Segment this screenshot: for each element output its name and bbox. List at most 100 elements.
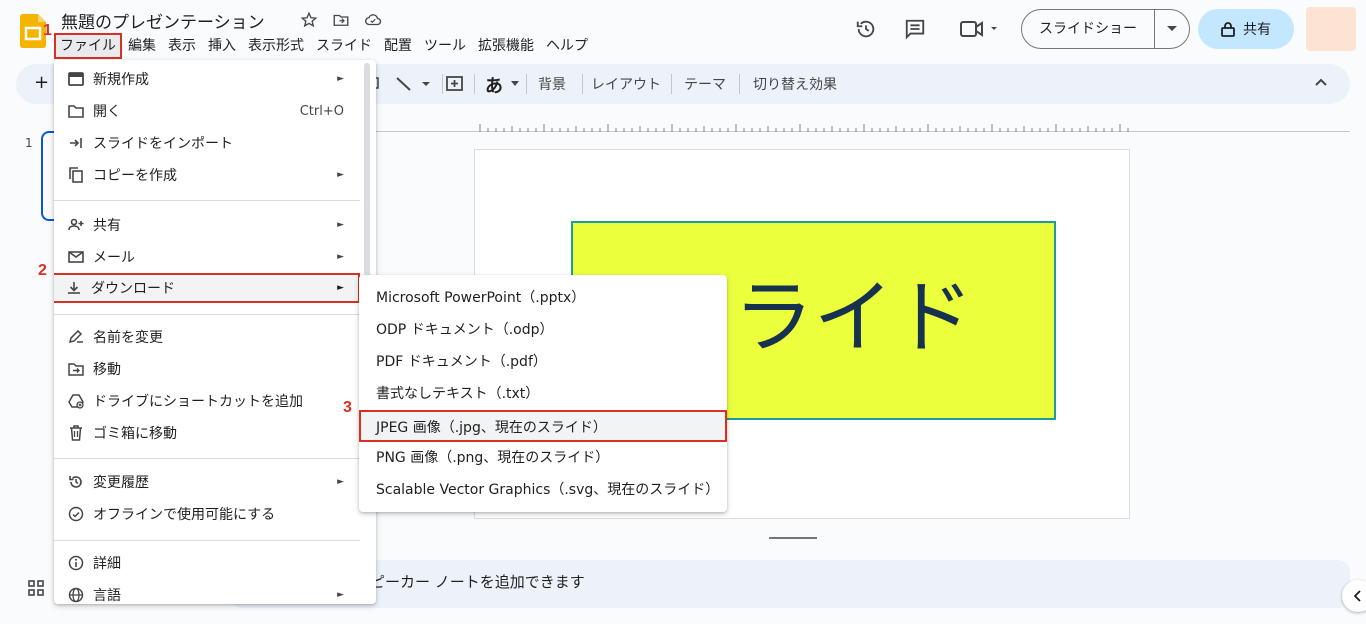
share-button[interactable]: 共有: [1198, 9, 1294, 49]
menu-item-open[interactable]: 開く Ctrl+O: [54, 96, 376, 126]
download-option-label: Scalable Vector Graphics（.svg、現在のスライド）: [376, 482, 720, 498]
theme-button[interactable]: テーマ: [684, 74, 726, 94]
menu-item-details[interactable]: 詳細: [54, 548, 376, 578]
rename-icon: [67, 328, 85, 346]
toolbar-divider: [474, 74, 475, 94]
menu-item-label: メール: [93, 250, 135, 266]
step-marker-1: 1: [43, 22, 52, 39]
menu-tools[interactable]: ツール: [418, 33, 472, 59]
transition-button[interactable]: 切り替え効果: [753, 74, 837, 94]
menu-slide[interactable]: スライド: [310, 33, 378, 59]
move-folder-icon[interactable]: [331, 10, 351, 30]
submenu-arrow-icon: ►: [337, 220, 344, 230]
menu-item-label: ゴミ箱に移動: [93, 426, 177, 442]
menu-item-trash[interactable]: ゴミ箱に移動: [54, 418, 376, 448]
menu-item-language[interactable]: 言語 ►: [54, 580, 376, 604]
chevron-left-icon: [1354, 590, 1362, 602]
download-pptx[interactable]: Microsoft PowerPoint（.pptx）: [359, 280, 727, 312]
chevron-down-icon[interactable]: [1155, 26, 1189, 32]
download-option-label: PNG 画像（.png、現在のスライド）: [376, 450, 610, 466]
share-label: 共有: [1243, 22, 1271, 38]
menu-item-version-history[interactable]: 変更履歴 ►: [54, 467, 376, 497]
lock-icon: [1221, 21, 1235, 37]
toolbar-divider: [526, 74, 527, 94]
menu-item-label: スライドをインポート: [93, 136, 233, 152]
menu-item-label: 詳細: [93, 556, 121, 572]
shortcut-label: Ctrl+O: [299, 103, 344, 119]
menu-file[interactable]: ファイル: [54, 33, 122, 59]
menu-divider: [54, 200, 360, 201]
slide-number: 1: [25, 136, 33, 150]
comment-add-icon[interactable]: [445, 75, 465, 93]
toolbar-divider: [442, 74, 443, 94]
menu-item-import-slides[interactable]: スライドをインポート: [54, 128, 376, 158]
download-svg[interactable]: Scalable Vector Graphics（.svg、現在のスライド）: [359, 472, 727, 504]
layout-button[interactable]: レイアウト: [591, 74, 661, 94]
side-panel-toggle[interactable]: [1342, 580, 1366, 612]
notes-resize-handle[interactable]: [769, 537, 817, 539]
comment-icon[interactable]: [902, 16, 928, 42]
menu-divider: [54, 314, 360, 315]
download-png[interactable]: PNG 画像（.png、現在のスライド）: [359, 440, 727, 472]
toolbar-divider: [582, 74, 583, 94]
add-button[interactable]: +: [34, 72, 49, 93]
speaker-notes[interactable]: ピーカー ノートを追加できます: [230, 560, 1350, 608]
file-menu: 新規作成 ► 開く Ctrl+O スライドをインポート コピーを作成 ► 共有 …: [54, 60, 376, 604]
download-option-label: ODP ドキュメント（.odp）: [376, 322, 554, 338]
menu-arrange[interactable]: 配置: [378, 33, 418, 59]
history-icon: [67, 473, 85, 491]
submenu-arrow-icon: ►: [337, 590, 344, 600]
menu-item-download[interactable]: ダウンロード ►: [54, 273, 360, 303]
text-style-button[interactable]: あ: [485, 72, 503, 98]
menu-item-email[interactable]: メール ►: [54, 242, 376, 272]
cloud-saved-icon[interactable]: [363, 10, 383, 30]
drive-shortcut-icon: [67, 392, 85, 410]
menu-item-label: ダウンロード: [91, 281, 175, 297]
download-option-label: PDF ドキュメント（.pdf）: [376, 354, 547, 370]
menu-bar: ファイル 編集 表示 挿入 表示形式 スライド 配置 ツール 拡張機能 ヘルプ: [54, 33, 594, 59]
submenu-arrow-icon: ►: [337, 170, 344, 180]
folder-icon: [67, 102, 85, 120]
background-button[interactable]: 背景: [538, 74, 566, 94]
chevron-down-icon[interactable]: [510, 81, 520, 87]
meet-icon[interactable]: [957, 16, 1001, 42]
menu-scrollbar[interactable]: [364, 63, 370, 283]
menu-item-make-copy[interactable]: コピーを作成 ►: [54, 160, 376, 190]
menu-item-offline[interactable]: オフラインで使用可能にする: [54, 499, 376, 529]
step-marker-3: 3: [343, 399, 352, 416]
menu-item-move[interactable]: 移動: [54, 354, 376, 384]
menu-insert[interactable]: 挿入: [202, 33, 242, 59]
menu-divider: [54, 540, 360, 541]
collapse-up-icon[interactable]: [1314, 77, 1328, 87]
line-tool-icon[interactable]: [394, 75, 434, 93]
download-pdf[interactable]: PDF ドキュメント（.pdf）: [359, 344, 727, 376]
slides-icon: [67, 70, 85, 88]
menu-help[interactable]: ヘルプ: [540, 33, 594, 59]
download-jpeg[interactable]: JPEG 画像（.jpg、現在のスライド）: [359, 410, 727, 442]
menu-item-add-shortcut[interactable]: ドライブにショートカットを追加: [54, 386, 376, 416]
ruler: [376, 118, 1350, 132]
copy-icon: [67, 166, 85, 184]
menu-item-rename[interactable]: 名前を変更: [54, 322, 376, 352]
avatar[interactable]: [1306, 7, 1356, 51]
star-icon[interactable]: [299, 10, 319, 30]
download-txt[interactable]: 書式なしテキスト（.txt）: [359, 376, 727, 408]
top-bar: 無題のプレゼンテーション ファイル 編集 表示 挿入 表示形式 スライド 配置 …: [0, 0, 1366, 62]
menu-item-share[interactable]: 共有 ►: [54, 210, 376, 240]
menu-view[interactable]: 表示: [162, 33, 202, 59]
document-title[interactable]: 無題のプレゼンテーション: [61, 8, 265, 33]
grid-view-icon[interactable]: [28, 580, 44, 596]
menu-item-new[interactable]: 新規作成 ►: [54, 64, 376, 94]
menu-extensions[interactable]: 拡張機能: [472, 33, 540, 59]
download-icon: [65, 279, 83, 297]
slideshow-label[interactable]: スライドショー: [1022, 10, 1155, 48]
globe-icon: [67, 586, 85, 604]
submenu-arrow-icon: ►: [337, 252, 344, 262]
import-icon: [67, 134, 85, 152]
menu-format[interactable]: 表示形式: [242, 33, 310, 59]
menu-edit[interactable]: 編集: [122, 33, 162, 59]
menu-item-label: オフラインで使用可能にする: [93, 507, 276, 523]
history-icon[interactable]: [853, 16, 879, 42]
slideshow-button[interactable]: スライドショー: [1021, 9, 1190, 49]
download-odp[interactable]: ODP ドキュメント（.odp）: [359, 312, 727, 344]
